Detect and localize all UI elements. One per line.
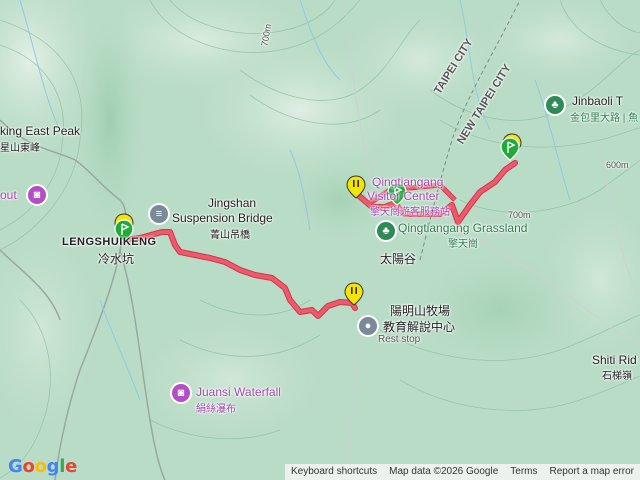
map-data-attribution: Map data ©2026 Google: [389, 466, 499, 477]
jingshan-label-2: Suspension Bridge: [172, 211, 273, 225]
jingshan-zh-label: 菁山吊橋: [210, 230, 250, 241]
contour-label: 600m: [606, 160, 629, 170]
east-peak-label: king East Peak: [0, 124, 81, 138]
shiti-label: Shiti Rid: [592, 353, 637, 367]
jingshan-label-1: Jingshan: [208, 196, 257, 210]
ranch-label-1: 陽明山牧場: [390, 304, 451, 318]
bridge-icon[interactable]: ≡: [150, 205, 168, 223]
park-icon[interactable]: ♣: [546, 96, 564, 114]
qingtiangang-vc-label-1: Qingtiangang: [372, 175, 444, 189]
lookout-label: out: [0, 188, 17, 202]
juansi-zh-label: 絹絲瀑布: [196, 404, 236, 415]
grassland-zh-label: 擎天崗: [448, 239, 478, 250]
juansi-label: Juansi Waterfall: [196, 385, 281, 399]
map-footer: Keyboard shortcuts Map data ©2026 Google…: [284, 464, 640, 480]
rest-stop-label: Rest stop: [378, 334, 421, 345]
taiyanggu-label: 太陽谷: [380, 252, 417, 266]
keyboard-shortcuts-link[interactable]: Keyboard shortcuts: [285, 464, 383, 480]
report-map-error-link[interactable]: Report a map error: [544, 464, 640, 480]
terms-link[interactable]: Terms: [504, 464, 543, 480]
jinbaoli-label: Jinbaoli T: [572, 94, 624, 108]
contour-label: 700m: [508, 210, 531, 220]
jinbaoli-zh-label: 金包里大路 | 魚: [570, 113, 639, 124]
park-icon[interactable]: ♣: [377, 222, 395, 240]
grassland-label: Qingtiangang Grassland: [398, 221, 528, 235]
camera-icon[interactable]: ◙: [28, 186, 46, 204]
shiti-zh-label: 石梯嶺: [602, 371, 632, 382]
east-peak-zh-label: 星山東峰: [0, 143, 40, 154]
info-icon[interactable]: ●: [359, 317, 377, 335]
google-logo[interactable]: Google: [8, 456, 77, 477]
qingtiangang-vc-label-2: Visitor Center: [367, 189, 440, 203]
camera-icon[interactable]: ◙: [172, 384, 190, 402]
ranch-label-2: 教育解說中心: [383, 320, 456, 334]
lengshuikeng-label: LENGSHUIKENG: [62, 236, 157, 248]
lengshuikeng-zh-label: 冷水坑: [98, 252, 135, 266]
qingtiangang-vc-zh-label: 擎天崗遊客服務站: [370, 207, 450, 218]
